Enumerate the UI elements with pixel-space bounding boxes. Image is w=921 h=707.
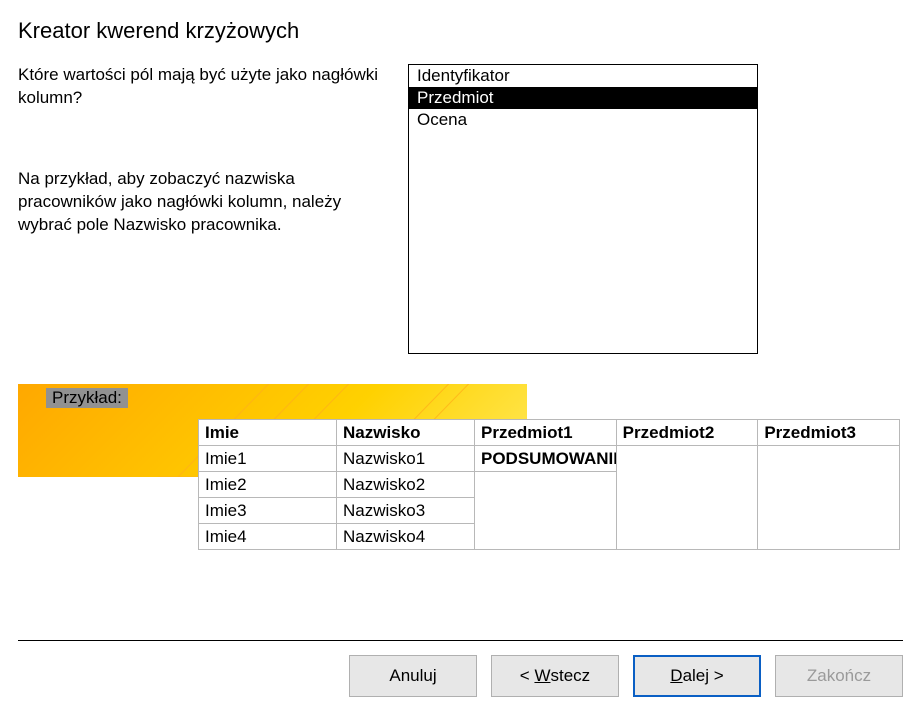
back-button[interactable]: < Wstecz [491,655,619,697]
cancel-button[interactable]: Anuluj [349,655,477,697]
preview-table-wrap: Imie Nazwisko Przedmiot1 Przedmiot2 Prze… [198,419,900,550]
cell [616,446,758,550]
instruction-text: Które wartości pól mają być użyte jako n… [18,64,388,354]
table-row: Imie1 Nazwisko1 PODSUMOWANIE [199,446,900,472]
finish-button: Zakończ [775,655,903,697]
next-rest: alej > [683,666,724,685]
button-row: Anuluj < Wstecz Dalej > Zakończ [0,641,921,697]
cell: Nazwisko2 [337,472,475,498]
cell: Imie3 [199,498,337,524]
field-listbox[interactable]: IdentyfikatorPrzedmiotOcena [408,64,758,354]
back-key: W [534,666,550,685]
preview-table: Imie Nazwisko Przedmiot1 Przedmiot2 Prze… [198,419,900,550]
preview-section: Przykład: Imie Nazwisko Przedmiot1 Przed… [18,384,903,600]
cell: Nazwisko1 [337,446,475,472]
question-text: Które wartości pól mają być użyte jako n… [18,64,388,110]
col-header: Przedmiot1 [475,420,617,446]
field-option[interactable]: Ocena [409,109,757,131]
content-row: Które wartości pól mają być użyte jako n… [0,54,921,354]
example-text: Na przykład, aby zobaczyć nazwiska praco… [18,168,388,237]
next-key: D [670,666,682,685]
field-option[interactable]: Przedmiot [409,87,757,109]
col-header: Nazwisko [337,420,475,446]
table-header-row: Imie Nazwisko Przedmiot1 Przedmiot2 Prze… [199,420,900,446]
cell: Nazwisko3 [337,498,475,524]
field-option[interactable]: Identyfikator [409,65,757,87]
preview-label: Przykład: [46,388,128,408]
back-prefix: < [520,666,535,685]
col-header: Przedmiot3 [758,420,900,446]
cell: Imie1 [199,446,337,472]
cell: Imie2 [199,472,337,498]
col-header: Imie [199,420,337,446]
summary-cell: PODSUMOWANIE [475,446,617,472]
cell: Imie4 [199,524,337,550]
wizard-title: Kreator kwerend krzyżowych [0,0,921,54]
preview-spacer [18,550,903,600]
col-header: Przedmiot2 [616,420,758,446]
next-button[interactable]: Dalej > [633,655,761,697]
back-rest: stecz [551,666,591,685]
cell [758,446,900,550]
cell: Nazwisko4 [337,524,475,550]
cell [475,472,617,550]
